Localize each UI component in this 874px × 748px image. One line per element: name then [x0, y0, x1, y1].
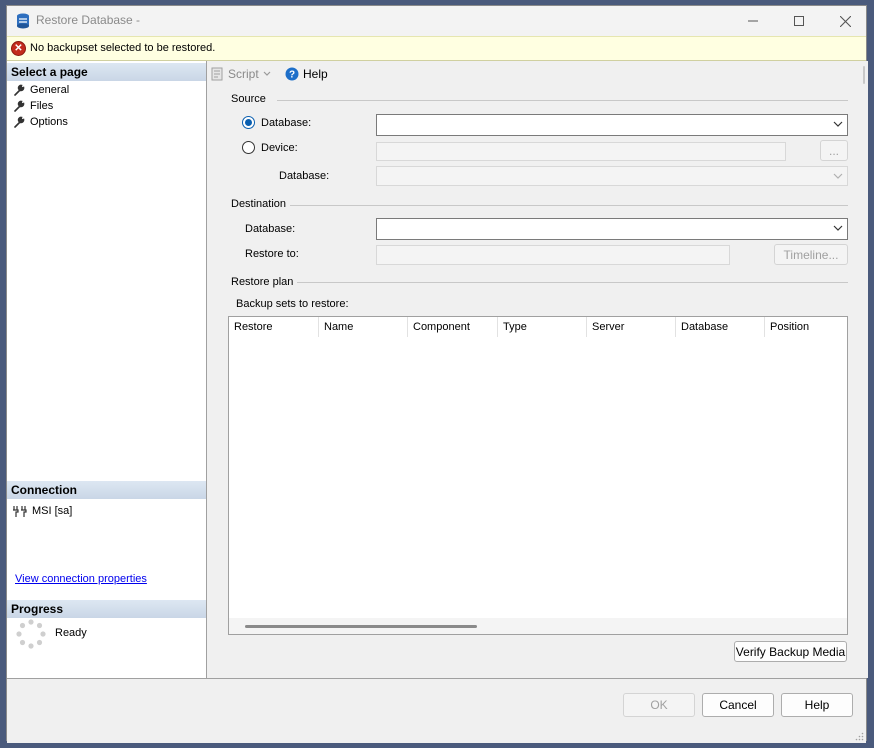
- backup-sets-grid[interactable]: Restore Name Component Type Server Datab…: [228, 316, 848, 635]
- destination-group-label: Destination: [231, 198, 287, 210]
- source-device-input[interactable]: [376, 142, 786, 161]
- cancel-button[interactable]: Cancel: [702, 693, 774, 717]
- chevron-down-icon: [833, 173, 843, 179]
- help-label: Help: [303, 67, 328, 81]
- dialog-button-bar: OK Cancel Help: [7, 678, 866, 743]
- left-pane: Select a page General Files Options Conn…: [7, 61, 207, 678]
- script-icon: [211, 67, 223, 81]
- page-item-options[interactable]: Options: [13, 114, 68, 130]
- error-bar: ✕ No backupset selected to be restored.: [7, 36, 866, 61]
- scrollbar-thumb[interactable]: [245, 625, 477, 628]
- page-item-label: General: [30, 84, 70, 96]
- title-bar: Restore Database -: [7, 6, 866, 36]
- close-icon: [839, 15, 851, 27]
- wrench-icon: [14, 84, 25, 96]
- database-app-icon: [17, 13, 29, 29]
- view-connection-properties-link[interactable]: View connection properties: [15, 573, 147, 585]
- help-icon: ?: [285, 67, 299, 81]
- maximize-button[interactable]: [776, 6, 822, 36]
- wrench-icon: [14, 100, 25, 112]
- right-pane-scrollbar[interactable]: [860, 62, 866, 679]
- scrollbar-thumb[interactable]: [863, 66, 865, 84]
- page-item-label: Options: [30, 116, 68, 128]
- progress-status: Ready: [55, 627, 87, 639]
- connection-value: MSI [sa]: [32, 505, 73, 517]
- help-button[interactable]: Help: [781, 693, 853, 717]
- chevron-down-icon: [263, 71, 271, 76]
- right-pane: Script ? Help Source Database: Device: .…: [207, 61, 868, 678]
- restore-plan-divider: [297, 282, 848, 283]
- page-item-label: Files: [30, 100, 54, 112]
- column-header-restore[interactable]: Restore: [229, 317, 319, 337]
- restore-to-input[interactable]: [376, 245, 730, 265]
- maximize-icon: [794, 16, 804, 26]
- window-title: Restore Database -: [36, 13, 141, 27]
- destination-database-combo[interactable]: [376, 218, 848, 240]
- chevron-down-icon: [833, 225, 843, 231]
- connection-item: MSI [sa]: [13, 503, 72, 519]
- source-database-combo[interactable]: [376, 114, 848, 136]
- restore-database-dialog: Restore Database - ✕ No backupset select…: [6, 5, 868, 743]
- minimize-button[interactable]: [730, 6, 776, 36]
- page-item-files[interactable]: Files: [13, 98, 53, 114]
- wrench-icon: [14, 116, 25, 128]
- grid-horizontal-scrollbar[interactable]: [229, 618, 847, 634]
- minimize-icon: [748, 20, 758, 22]
- source-database-radio-label: Database:: [261, 117, 312, 129]
- error-message: No backupset selected to be restored.: [30, 42, 216, 54]
- source-divider: [277, 100, 848, 101]
- column-header-component[interactable]: Component: [408, 317, 498, 337]
- column-header-type[interactable]: Type: [498, 317, 587, 337]
- connection-icon: [13, 506, 27, 517]
- help-toolbar-button[interactable]: ? Help: [285, 67, 328, 81]
- backup-sets-label: Backup sets to restore:: [236, 298, 349, 310]
- column-header-database[interactable]: Database: [676, 317, 765, 337]
- column-header-name[interactable]: Name: [319, 317, 408, 337]
- progress-header: Progress: [7, 600, 206, 618]
- source-device-database-combo[interactable]: [376, 166, 848, 186]
- destination-divider: [290, 205, 848, 206]
- progress-spinner-icon: [16, 619, 46, 649]
- select-page-header: Select a page: [7, 63, 206, 81]
- grid-header: Restore Name Component Type Server Datab…: [229, 317, 847, 337]
- column-header-position[interactable]: Position: [765, 317, 847, 337]
- error-icon: ✕: [11, 41, 26, 56]
- page-item-general[interactable]: General: [13, 82, 69, 98]
- script-button[interactable]: Script: [211, 67, 271, 81]
- ok-button[interactable]: OK: [623, 693, 695, 717]
- source-device-radio[interactable]: [242, 141, 255, 154]
- source-database-radio[interactable]: [242, 116, 255, 129]
- restore-plan-group-label: Restore plan: [231, 276, 294, 288]
- browse-device-button[interactable]: ...: [820, 140, 848, 161]
- verify-backup-media-button[interactable]: Verify Backup Media: [734, 641, 847, 662]
- source-device-database-label: Database:: [279, 170, 330, 182]
- timeline-button[interactable]: Timeline...: [774, 244, 848, 265]
- connection-header: Connection: [7, 481, 206, 499]
- svg-text:?: ?: [289, 70, 295, 81]
- script-label: Script: [228, 67, 259, 81]
- resize-grip-icon[interactable]: [855, 732, 864, 741]
- restore-to-label: Restore to:: [245, 248, 299, 260]
- close-button[interactable]: [822, 6, 868, 36]
- destination-database-label: Database:: [245, 223, 296, 235]
- source-device-radio-label: Device:: [261, 142, 298, 154]
- source-group-label: Source: [231, 93, 266, 105]
- chevron-down-icon: [833, 121, 843, 127]
- column-header-server[interactable]: Server: [587, 317, 676, 337]
